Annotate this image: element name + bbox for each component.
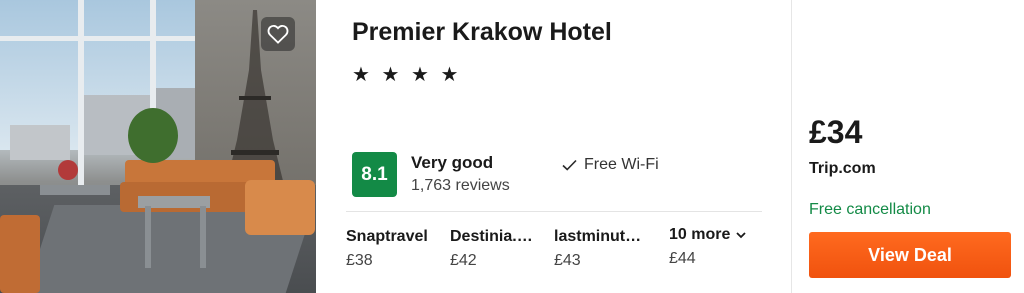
photo-plant [128,108,178,163]
offer-snaptravel[interactable]: Snaptravel £38 [346,228,442,270]
photo-table-leg [145,206,151,268]
offer-lastminute[interactable]: lastminut… £43 [554,228,650,270]
offer-site-name: Destinia.… [450,228,533,245]
photo-chair [245,180,315,235]
deal-site[interactable]: Trip.com [809,160,876,178]
more-offers-price: £44 [669,250,696,267]
photo-table-leg [200,206,206,268]
more-offers-button[interactable]: 10 more £44 [669,226,765,268]
photo-armchair [0,215,40,293]
favorite-button[interactable] [261,17,295,51]
review-count[interactable]: 1,763 reviews [411,177,510,195]
offer-price: £38 [346,252,373,269]
heart-icon [267,24,289,44]
deal-price[interactable]: £34 [809,114,862,151]
view-deal-button[interactable]: View Deal [809,232,1011,278]
photo-window-frame [0,36,200,41]
offer-site-name: lastminut… [554,228,642,245]
photo-building [10,125,70,160]
hotel-photo[interactable] [0,0,316,293]
column-divider [791,0,792,293]
rating-label[interactable]: Very good [411,153,493,173]
hotel-name[interactable]: Premier Krakow Hotel [352,18,612,47]
offer-price: £43 [554,252,581,269]
chevron-down-icon [736,231,747,238]
photo-table [40,185,110,195]
hotel-result-card: Premier Krakow Hotel ★ ★ ★ ★ 8.1 Very go… [0,0,1024,293]
more-offers-label: 10 more [669,226,731,243]
offer-destinia[interactable]: Destinia.… £42 [450,228,544,270]
photo-window-frame [78,0,84,185]
free-cancellation-label: Free cancellation [809,201,931,218]
check-icon [562,159,577,171]
photo-flowers [58,160,78,180]
star-rating: ★ ★ ★ ★ [352,64,462,86]
divider [346,211,762,212]
more-offers-label-row: 10 more [669,226,765,244]
amenity-free-wifi: Free Wi-Fi [562,156,659,174]
offer-site-name: Snaptravel [346,228,428,245]
rating-score-badge[interactable]: 8.1 [352,152,397,197]
amenity-label: Free Wi-Fi [584,156,659,173]
offer-price: £42 [450,252,477,269]
